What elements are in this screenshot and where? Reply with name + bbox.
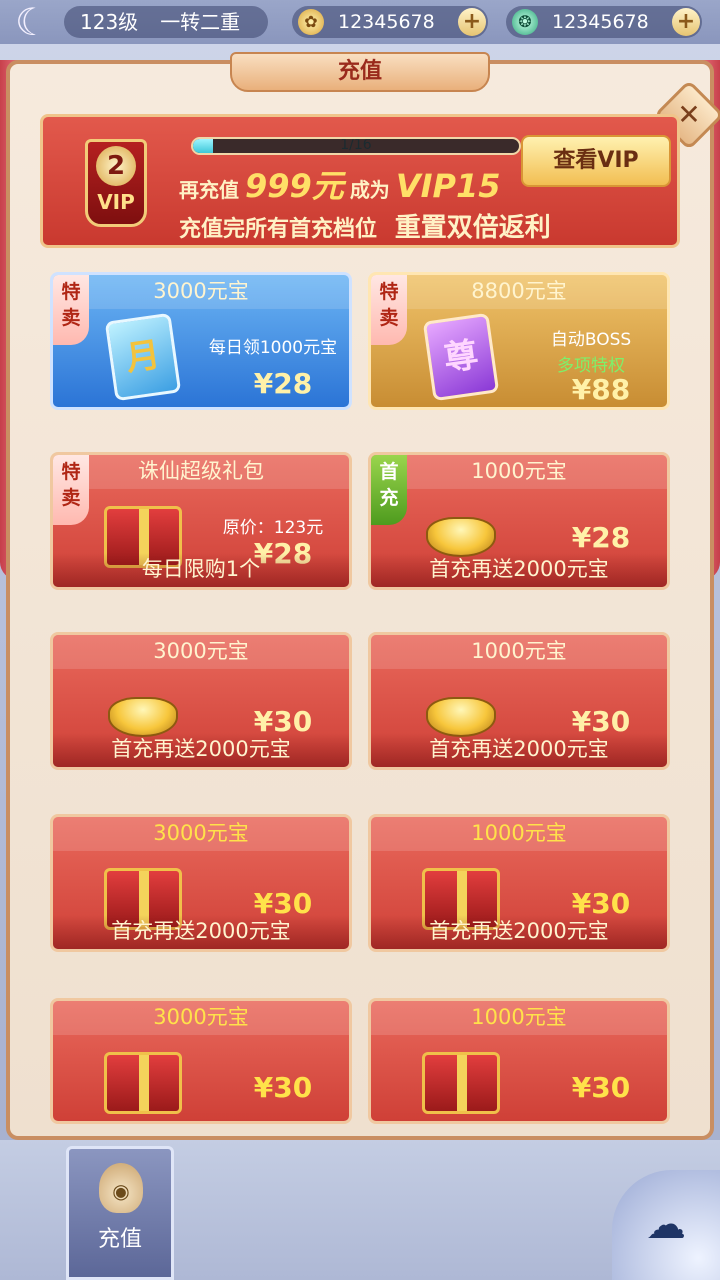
vip-line2-part1: 充值完所有首充档位 [179,217,378,242]
vip-line1-amount: 999元 [245,167,344,205]
product-header: 8800元宝 [371,275,667,309]
vip-line2-part2: 重置双倍返利 [394,213,551,243]
jade-icon: ❂ [512,9,538,35]
vip-badge-label: VIP [97,190,135,214]
vip-level-number: 2 [96,146,136,186]
product-card[interactable]: 3000元宝 ¥30 [50,998,352,1124]
gold-currency-pill: ✿ 12345678 + [292,6,488,38]
panel-title: 充值 [230,52,490,92]
player-level: 123级 [80,10,139,34]
original-price: 原价：123元 [222,518,324,538]
product-card-monthly[interactable]: 3000元宝 特 卖 月 每日领1000元宝 ¥28 [50,272,352,410]
product-price: ¥88 [571,373,631,406]
product-header: 3000元宝 [53,1001,349,1035]
vip-line1-target: VIP15 [395,167,501,205]
product-price: ¥28 [571,521,631,554]
add-jade-button[interactable]: + [672,8,700,36]
product-desc: 每日领1000元宝 [208,338,338,358]
premium-card-icon: 尊 [411,312,511,402]
first-charge-tag: 首 充 [371,455,407,525]
product-price: ¥30 [571,1071,631,1104]
vip-line1-prefix: 再充值 [179,178,239,202]
moon-logo-icon: ☾ [14,0,50,44]
money-bag-icon: ◉ [99,1163,143,1213]
vip-requirement-text: 再充值 999元 成为 VIP15 [179,161,500,207]
product-footer: 首充再送2000元宝 [371,553,667,587]
product-price: ¥30 [253,1071,313,1104]
treasure-chest-icon [93,1041,193,1121]
product-footer: 首充再送2000元宝 [371,915,667,949]
gold-amount: 12345678 [338,11,435,33]
product-card[interactable]: 1000元宝 ¥30 [368,998,670,1124]
player-level-pill[interactable]: 123级 一转二重 [64,6,268,38]
product-header: 1000元宝 [371,817,667,851]
vip-progress-text: 1/16 [340,137,372,153]
player-rank: 一转二重 [160,10,241,34]
vip-reset-text: 充值完所有首充档位 重置双倍返利 [179,207,551,244]
product-header: 1000元宝 [371,455,667,489]
month-card-icon: 月 [93,312,193,402]
view-vip-button[interactable]: 查看VIP [521,135,671,187]
product-header: 1000元宝 [371,635,667,669]
product-card[interactable]: 3000元宝 ¥30 首充再送2000元宝 [50,632,352,770]
special-sale-tag: 特 卖 [53,275,89,345]
gift-box-icon [411,1041,511,1121]
jade-currency-pill: ❂ 12345678 + [506,6,702,38]
special-sale-tag: 特 卖 [371,275,407,345]
vip-line1-middle: 成为 [349,178,390,202]
product-header: 1000元宝 [371,1001,667,1035]
jade-amount: 12345678 [552,11,649,33]
product-header: 诛仙超级礼包 [53,455,349,489]
product-card-premium[interactable]: 8800元宝 特 卖 尊 自动BOSS 多项特权 ¥88 [368,272,670,410]
product-card[interactable]: 1000元宝 ¥30 首充再送2000元宝 [368,632,670,770]
product-footer: 每日限购1个 [53,553,349,587]
special-sale-tag: 特 卖 [53,455,89,525]
vip-banner: 2 VIP 1/16 再充值 999元 成为 VIP15 充值完所有首充档位 重… [40,114,680,248]
product-card[interactable]: 3000元宝 ¥30 首充再送2000元宝 [50,814,352,952]
recharge-tab[interactable]: ◉ 充值 [66,1146,174,1280]
add-gold-button[interactable]: + [458,8,486,36]
product-footer: 首充再送2000元宝 [53,915,349,949]
product-price: ¥28 [253,367,313,400]
product-desc: 自动BOSS [550,330,632,350]
gold-coin-icon: ✿ [298,9,324,35]
product-footer: 首充再送2000元宝 [53,733,349,767]
product-card-first-charge[interactable]: 1000元宝 首 充 ¥28 首充再送2000元宝 [368,452,670,590]
product-header: 3000元宝 [53,275,349,309]
product-card[interactable]: 1000元宝 ¥30 首充再送2000元宝 [368,814,670,952]
recharge-tab-label: 充值 [97,1227,142,1252]
product-header: 3000元宝 [53,635,349,669]
product-header: 3000元宝 [53,817,349,851]
product-footer: 首充再送2000元宝 [371,733,667,767]
product-card-gift-pack[interactable]: 诛仙超级礼包 特 卖 原价：123元 ¥28 每日限购1个 [50,452,352,590]
vip-badge: 2 VIP [85,139,147,227]
vip-progress-bar: 1/16 [191,137,521,155]
